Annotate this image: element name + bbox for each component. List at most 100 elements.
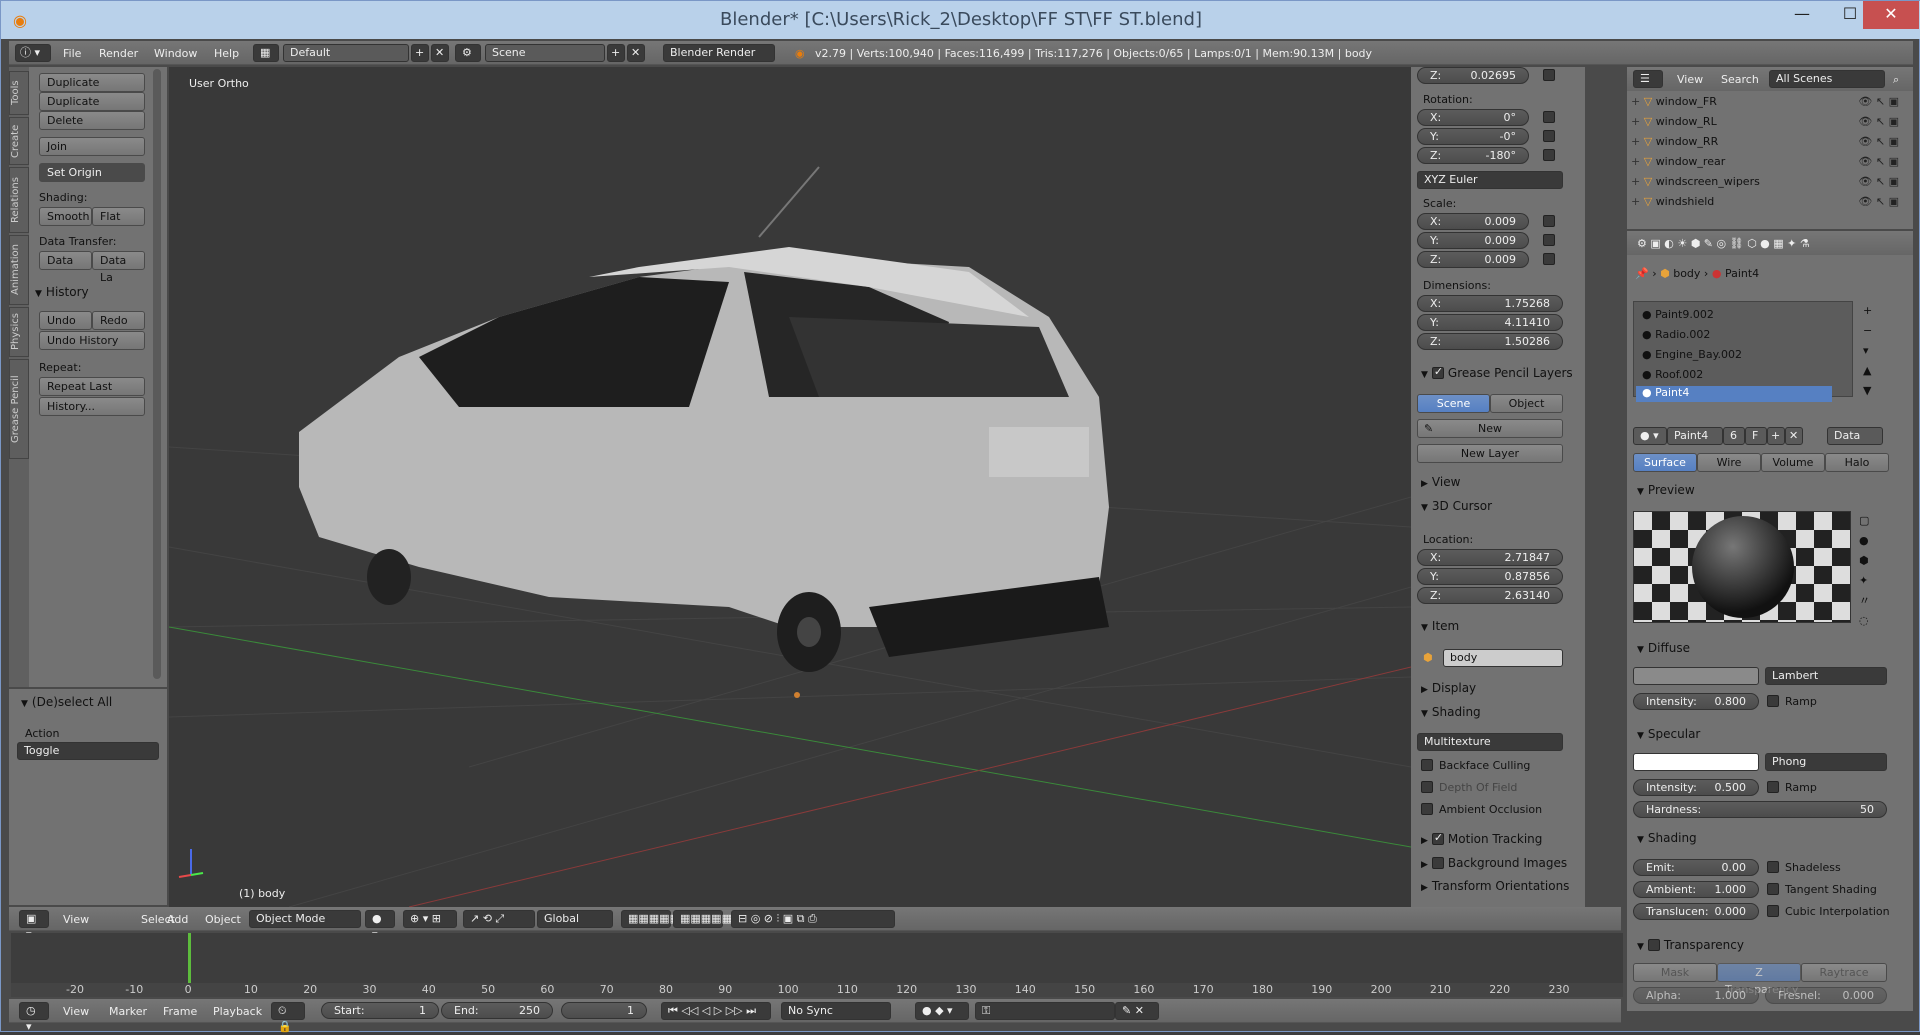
outliner-filter-select[interactable]: All Scenes xyxy=(1769,70,1885,88)
material-slot-selected[interactable]: ● Paint4 xyxy=(1636,386,1832,402)
wire-tab[interactable]: Wire xyxy=(1697,453,1761,472)
preview-type-icons[interactable]: ▢ ● ⬢ ✦ 〃 ◌ xyxy=(1859,511,1870,631)
sync-mode-select[interactable]: No Sync xyxy=(781,1002,891,1020)
motion-tracking-header[interactable]: ▶Motion Tracking xyxy=(1421,831,1542,846)
material-slot-controls[interactable]: + − ▾ ▲ ▼ xyxy=(1863,301,1872,401)
diffuse-shader-select[interactable]: Lambert xyxy=(1765,667,1887,685)
dimension-y-field[interactable]: Y: 4.11410 xyxy=(1417,314,1563,331)
timeline-view-menu[interactable]: View xyxy=(63,1005,89,1018)
menu-window[interactable]: Window xyxy=(154,47,197,60)
snapping-render-icons[interactable]: ⊟ ◎ ⊘ ⫶ ▣ ⧉ ⎙ xyxy=(731,910,895,928)
undo-history-button[interactable]: Undo History xyxy=(39,331,145,350)
specular-shader-select[interactable]: Phong xyxy=(1765,753,1887,771)
visibility-icon[interactable]: 👁 ↖ ▣ xyxy=(1858,195,1899,208)
cursor-z-field[interactable]: Z: 2.63140 xyxy=(1417,587,1563,604)
outliner-item[interactable]: + ▽ window_rear 👁 ↖ ▣ xyxy=(1631,155,1901,173)
rotation-x-field[interactable]: X: 0° xyxy=(1417,109,1529,126)
layer-buttons-b[interactable]: ▦▦▦▦▦ xyxy=(673,910,732,928)
outliner-editor-icon[interactable]: ☰ xyxy=(1633,70,1663,88)
outliner-view-menu[interactable]: View xyxy=(1677,73,1703,86)
shadeless-checkbox[interactable] xyxy=(1767,861,1779,873)
timeline-area[interactable] xyxy=(11,933,1623,985)
manipulator-icons[interactable]: ↗ ⟲ ⤢ xyxy=(463,910,535,928)
3d-viewport[interactable]: User Ortho (1) body xyxy=(169,67,1411,907)
flat-button[interactable]: Flat xyxy=(92,207,145,226)
timeline-frame-menu[interactable]: Frame xyxy=(163,1005,197,1018)
repeat-last-button[interactable]: Repeat Last xyxy=(39,377,145,396)
tool-shelf-scrollbar[interactable] xyxy=(153,69,161,679)
display-header[interactable]: ▶ Display xyxy=(1421,681,1476,695)
viewport-object-menu[interactable]: Object xyxy=(205,913,241,926)
diffuse-intensity-field[interactable]: Intensity: 0.800 xyxy=(1633,693,1759,710)
background-images-toggle[interactable] xyxy=(1431,857,1444,869)
gp-new-button[interactable]: ✎ New xyxy=(1417,419,1563,438)
tab-relations[interactable]: Relations xyxy=(9,167,29,233)
material-link-select[interactable]: Data xyxy=(1827,427,1883,445)
diffuse-header[interactable]: ▼ Diffuse xyxy=(1637,641,1690,655)
material-slot[interactable]: ● Engine_Bay.002 xyxy=(1642,348,1742,361)
rotation-y-lock-icon[interactable] xyxy=(1543,130,1555,142)
depth-of-field-checkbox[interactable] xyxy=(1421,781,1433,793)
timeline-ruler[interactable]: -20 -10 0 10 20 30 40 50 60 70 80 90 100 110 120 130 140… xyxy=(11,983,1623,997)
keyframe-insert-icons[interactable]: ✎ ✕ xyxy=(1115,1002,1159,1020)
visibility-icon[interactable]: 👁 ↖ ▣ xyxy=(1858,155,1899,168)
item-name-field[interactable]: body xyxy=(1443,649,1563,667)
current-frame-field[interactable]: 1 xyxy=(561,1002,647,1019)
ambient-occlusion-checkbox[interactable] xyxy=(1421,803,1433,815)
visibility-icon[interactable]: 👁 ↖ ▣ xyxy=(1858,135,1899,148)
visibility-icon[interactable]: 👁 ↖ ▣ xyxy=(1858,115,1899,128)
rotation-y-field[interactable]: Y: -0° xyxy=(1417,128,1529,145)
halo-tab[interactable]: Halo xyxy=(1825,453,1889,472)
tab-grease-pencil[interactable]: Grease Pencil xyxy=(9,359,29,459)
material-users-field[interactable]: 6 xyxy=(1723,427,1745,445)
delete-button[interactable]: Delete xyxy=(39,111,145,130)
hardness-field[interactable]: Hardness: 50 xyxy=(1633,801,1887,818)
ambient-field[interactable]: Ambient: 1.000 xyxy=(1633,881,1759,898)
tab-physics[interactable]: Physics xyxy=(9,307,29,357)
material-slot[interactable]: ● Radio.002 xyxy=(1642,328,1710,341)
add-screen-icon[interactable]: + xyxy=(411,44,429,62)
raytrace-button[interactable]: Raytrace xyxy=(1801,963,1887,982)
outliner-item[interactable]: + ▽ window_RL 👁 ↖ ▣ xyxy=(1631,115,1901,133)
scene-icon[interactable]: ⚙ xyxy=(455,44,481,62)
material-browse-icon[interactable]: ● ▾ xyxy=(1633,427,1667,445)
tangent-shading-checkbox[interactable] xyxy=(1767,883,1779,895)
pin-icon[interactable]: 📌 xyxy=(1635,267,1649,280)
preview-range-icons[interactable]: ⏲ 🔒 xyxy=(271,1002,305,1033)
scale-x-field[interactable]: X: 0.009 xyxy=(1417,213,1529,230)
viewport-view-menu[interactable]: View xyxy=(63,913,89,926)
layer-buttons-a[interactable]: ▦▦▦▦▦ xyxy=(621,910,680,928)
set-origin-select[interactable]: Set Origin xyxy=(39,163,145,182)
material-shading-header[interactable]: ▼ Shading xyxy=(1637,831,1697,845)
outliner-item[interactable]: + ▽ window_RR 👁 ↖ ▣ xyxy=(1631,135,1901,153)
add-scene-icon[interactable]: + xyxy=(607,44,625,62)
fake-user-button[interactable]: F xyxy=(1745,427,1767,445)
background-images-header[interactable]: ▶ Background Images xyxy=(1421,855,1567,870)
3d-cursor-header[interactable]: ▼ 3D Cursor xyxy=(1421,499,1492,513)
rotation-z-lock-icon[interactable] xyxy=(1543,149,1555,161)
location-z-field[interactable]: Z: 0.02695 xyxy=(1417,67,1529,84)
material-slot[interactable]: ● Paint9.002 xyxy=(1642,308,1714,321)
history-button[interactable]: History... xyxy=(39,397,145,416)
outliner-item[interactable]: + ▽ window_FR 👁 ↖ ▣ xyxy=(1631,95,1901,113)
visibility-icon[interactable]: 👁 ↖ ▣ xyxy=(1858,175,1899,188)
screen-layout-field[interactable]: Default xyxy=(283,44,409,62)
pivot-snap-icons[interactable]: ⊕ ▾ ⊞ xyxy=(403,910,457,928)
operator-header[interactable]: ▼ (De)select All xyxy=(21,695,112,709)
shading-header[interactable]: ▼ Shading xyxy=(1421,705,1481,719)
transparency-header[interactable]: ▼ Transparency xyxy=(1637,937,1744,952)
smooth-button[interactable]: Smooth xyxy=(39,207,92,226)
gp-scene-button[interactable]: Scene xyxy=(1417,394,1490,413)
history-header[interactable]: ▼ History xyxy=(35,285,89,299)
gp-object-button[interactable]: Object xyxy=(1490,394,1563,413)
cursor-x-field[interactable]: X: 2.71847 xyxy=(1417,549,1563,566)
data-layout-button[interactable]: Data La xyxy=(92,251,145,284)
visibility-icon[interactable]: 👁 ↖ ▣ xyxy=(1858,95,1899,108)
preview-header[interactable]: ▼ Preview xyxy=(1637,483,1695,497)
start-frame-field[interactable]: Start: 1 xyxy=(321,1002,439,1019)
menu-file[interactable]: File xyxy=(63,47,81,60)
shading-select-icon[interactable]: ● ▾ xyxy=(365,910,395,941)
transform-orientations-header[interactable]: ▶ Transform Orientations xyxy=(1421,879,1569,893)
grease-pencil-header[interactable]: ▼Grease Pencil Layers xyxy=(1421,365,1573,380)
scale-y-field[interactable]: Y: 0.009 xyxy=(1417,232,1529,249)
